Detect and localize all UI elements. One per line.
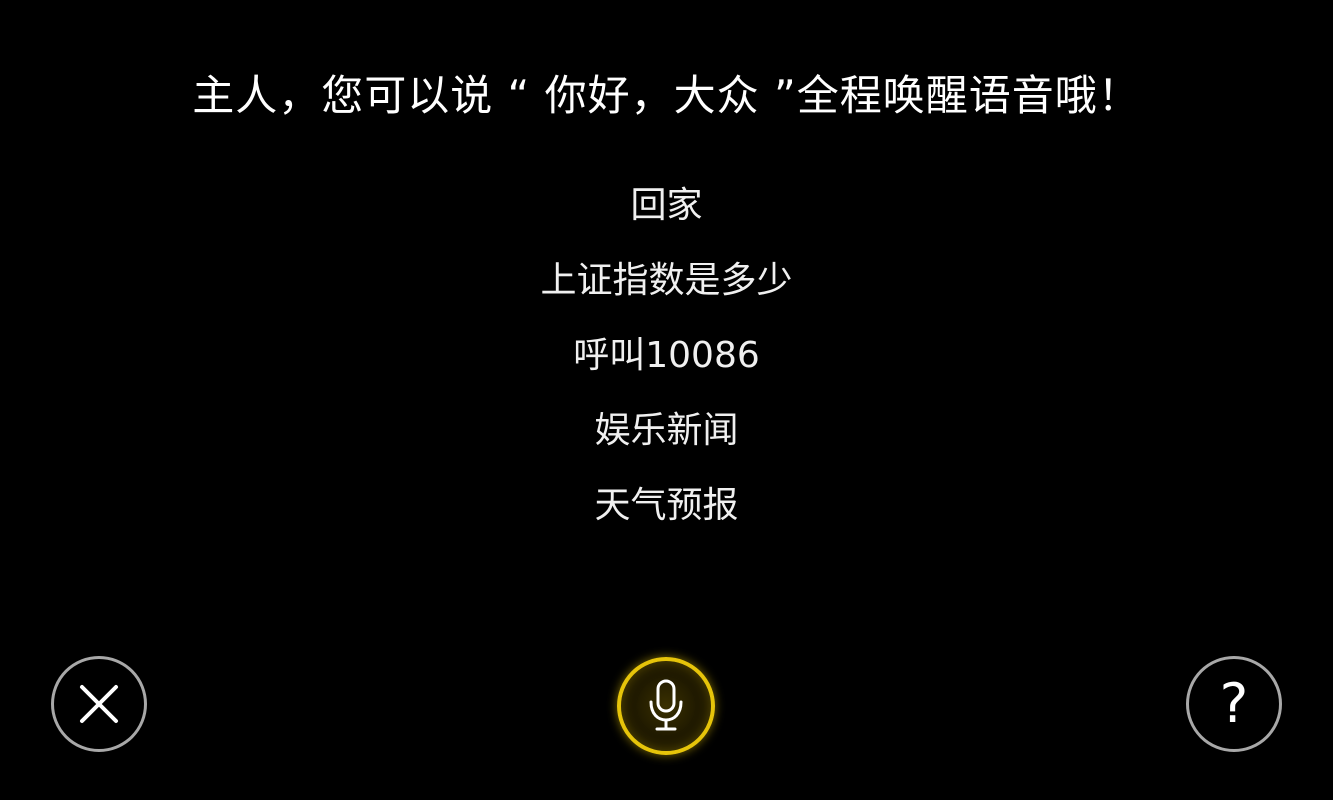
question-mark-icon: ?: [1219, 672, 1249, 735]
suggestion-go-home[interactable]: 回家: [0, 180, 1333, 255]
suggestion-call-number[interactable]: 呼叫10086: [0, 330, 1333, 405]
suggestion-stock-index[interactable]: 上证指数是多少: [0, 255, 1333, 330]
microphone-icon: [644, 678, 688, 734]
close-button[interactable]: [51, 656, 147, 752]
help-button[interactable]: ?: [1186, 656, 1282, 752]
suggestion-entertainment-news[interactable]: 娱乐新闻: [0, 405, 1333, 480]
microphone-button[interactable]: [617, 657, 715, 755]
voice-wake-prompt: 主人，您可以说 “ 你好，大众 ”全程唤醒语音哦！: [192, 71, 1141, 120]
voice-command-suggestions: 回家 上证指数是多少 呼叫10086 娱乐新闻 天气预报: [0, 180, 1333, 555]
suggestion-weather-forecast[interactable]: 天气预报: [0, 480, 1333, 555]
close-icon: [77, 682, 121, 726]
